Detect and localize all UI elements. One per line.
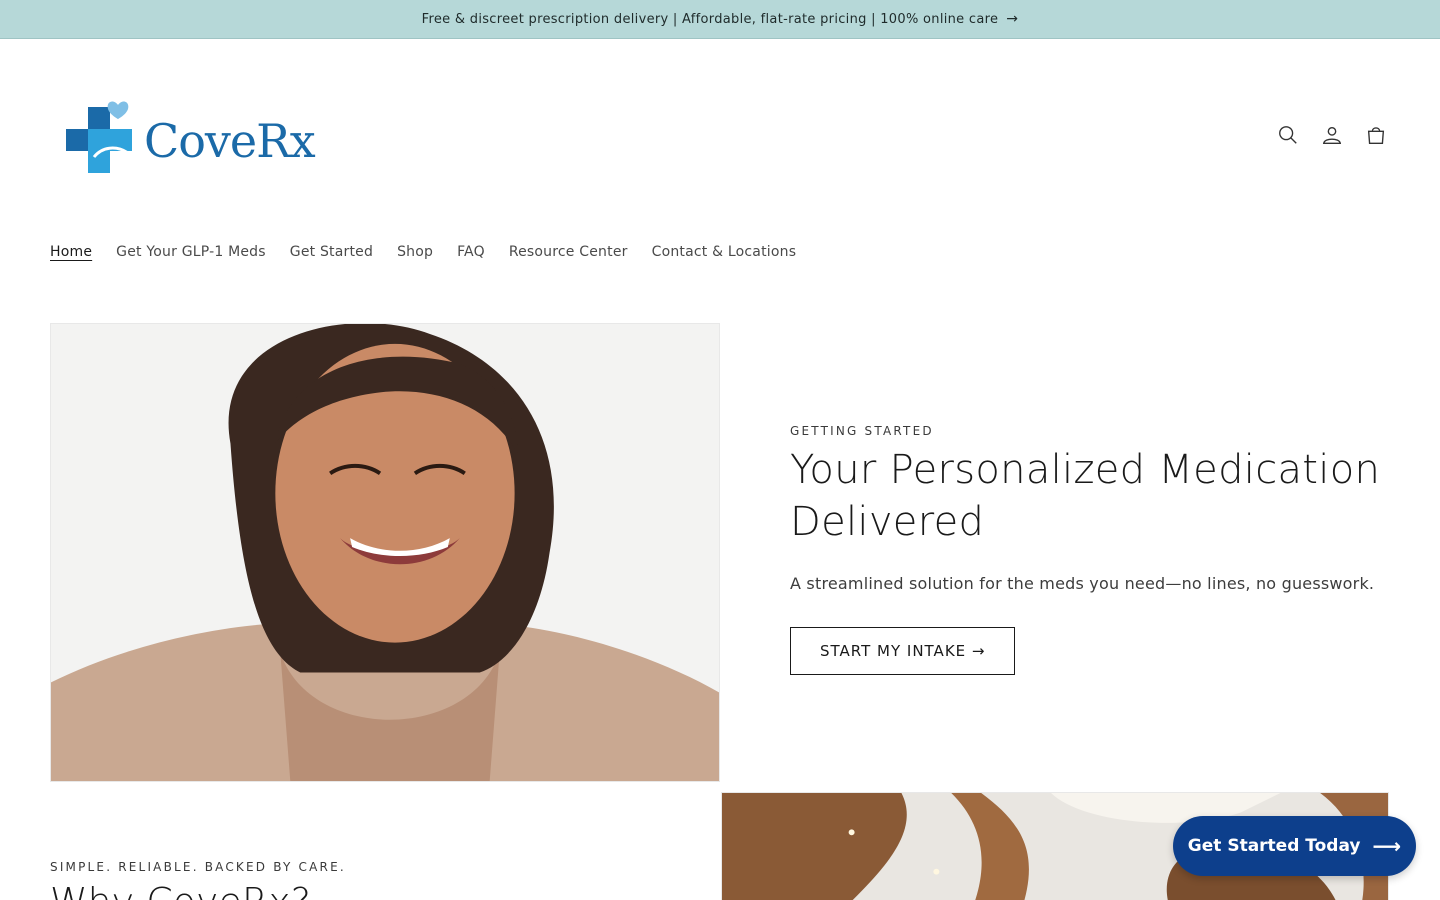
get-started-today-button[interactable]: Get Started Today ⟶ bbox=[1173, 816, 1416, 876]
why-section-eyebrow: SIMPLE. RELIABLE. BACKED BY CARE. bbox=[50, 860, 346, 874]
get-started-today-label: Get Started Today bbox=[1187, 836, 1361, 856]
hero-title: Your Personalized Medication Delivered bbox=[790, 444, 1390, 548]
cart-icon[interactable] bbox=[1364, 118, 1388, 152]
account-icon[interactable] bbox=[1320, 118, 1344, 152]
nav-item-get-started[interactable]: Get Started bbox=[290, 244, 373, 260]
header-actions bbox=[1276, 118, 1388, 152]
nav-item-faq[interactable]: FAQ bbox=[457, 244, 485, 260]
hero-eyebrow: GETTING STARTED bbox=[790, 424, 934, 438]
main-nav: Home Get Your GLP-1 Meds Get Started Sho… bbox=[50, 244, 796, 260]
site-logo[interactable]: CoveRx bbox=[58, 96, 328, 186]
nav-item-resource-center[interactable]: Resource Center bbox=[509, 244, 628, 260]
why-section-title: Why CoveRx? bbox=[50, 880, 346, 900]
start-intake-button[interactable]: START MY INTAKE → bbox=[790, 627, 1016, 675]
long-arrow-right-icon: ⟶ bbox=[1372, 834, 1402, 858]
arrow-right-icon: → bbox=[1006, 11, 1019, 27]
announcement-text: Free & discreet prescription delivery | … bbox=[421, 11, 999, 27]
hero-title-line2: Delivered bbox=[790, 499, 985, 545]
nav-item-glp1-meds[interactable]: Get Your GLP-1 Meds bbox=[116, 244, 266, 260]
nav-item-home[interactable]: Home bbox=[50, 244, 92, 260]
nav-item-shop[interactable]: Shop bbox=[397, 244, 433, 260]
search-icon[interactable] bbox=[1276, 118, 1300, 152]
cross-heart-logo-icon bbox=[66, 101, 132, 173]
hero-title-line1: Your Personalized Medication bbox=[790, 447, 1381, 493]
hero-image bbox=[50, 323, 720, 782]
hero-content: GETTING STARTED Your Personalized Medica… bbox=[790, 424, 1390, 675]
nav-item-contact-locations[interactable]: Contact & Locations bbox=[652, 244, 797, 260]
logo-wordmark: CoveRx bbox=[144, 114, 316, 168]
why-section-heading: SIMPLE. RELIABLE. BACKED BY CARE. Why Co… bbox=[50, 860, 346, 900]
announcement-bar[interactable]: Free & discreet prescription delivery | … bbox=[0, 0, 1440, 39]
hero-subtitle: A streamlined solution for the meds you … bbox=[790, 574, 1375, 593]
